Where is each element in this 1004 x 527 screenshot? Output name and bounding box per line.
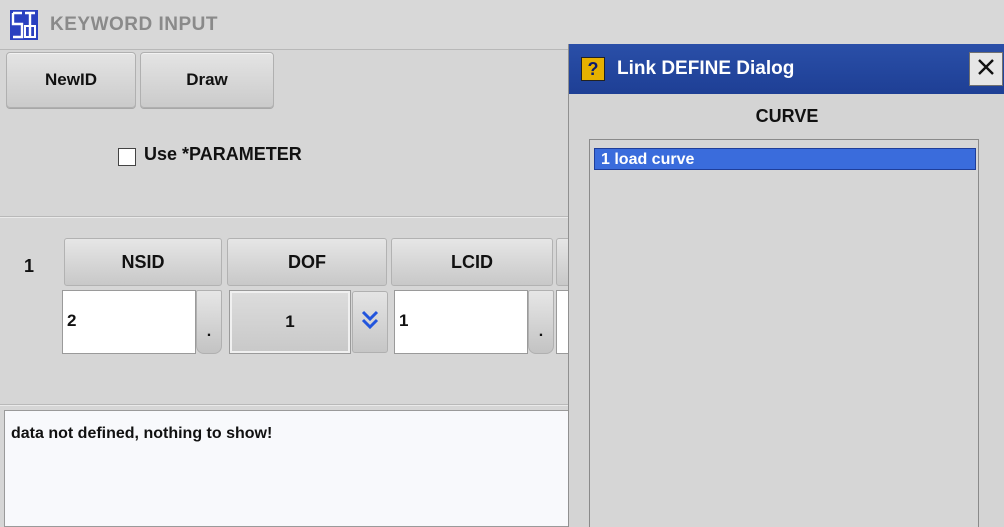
draw-button[interactable]: Draw [140, 52, 274, 108]
curve-list-title: CURVE [755, 106, 819, 126]
lcid-browse-button[interactable]: . [528, 290, 554, 354]
dof-dropdown-button[interactable] [352, 291, 388, 353]
dof-select[interactable]: 1 [229, 290, 351, 354]
nsid-browse-button[interactable]: . [196, 290, 222, 354]
lcid-header-label: LCID [451, 251, 493, 272]
use-parameter-label[interactable]: Use *PARAMETER [144, 144, 302, 165]
section-divider [0, 216, 570, 218]
link-define-dialog: ? Link DEFINE Dialog CURVE 1 load curve [568, 44, 1004, 527]
help-icon: ? [581, 57, 605, 81]
dof-value: 1 [285, 312, 295, 331]
dialog-title-bar: ? Link DEFINE Dialog [569, 44, 1004, 94]
dialog-title: Link DEFINE Dialog [617, 58, 795, 79]
list-item[interactable]: 1 load curve [594, 148, 976, 170]
nsid-header-label: NSID [121, 251, 165, 272]
use-parameter-checkbox[interactable] [118, 148, 136, 166]
lcid-input[interactable]: 1 [394, 290, 528, 354]
window-title-bar: KEYWORD INPUT [0, 0, 1004, 50]
draw-button-label: Draw [186, 70, 228, 89]
newid-button[interactable]: NewID [6, 52, 136, 108]
lstc-logo-icon [10, 10, 38, 40]
lcid-column-header[interactable]: LCID [391, 238, 553, 286]
double-chevron-down-icon [361, 310, 379, 335]
window-title: KEYWORD INPUT [50, 14, 218, 35]
dof-column-header[interactable]: DOF [227, 238, 387, 286]
nsid-input[interactable]: 2 [62, 290, 196, 354]
dof-header-label: DOF [288, 251, 326, 272]
nsid-column-header[interactable]: NSID [64, 238, 222, 286]
close-icon [976, 57, 996, 82]
message-area: data not defined, nothing to show! [4, 410, 570, 527]
close-button[interactable] [969, 52, 1003, 86]
section-divider [0, 404, 570, 406]
newid-button-label: NewID [45, 70, 97, 89]
card-row-number: 1 [24, 256, 35, 276]
curve-list[interactable]: 1 load curve [589, 139, 979, 527]
